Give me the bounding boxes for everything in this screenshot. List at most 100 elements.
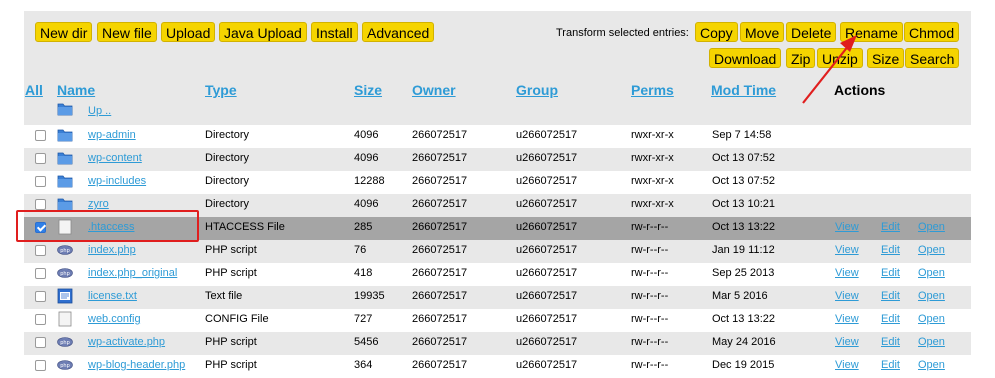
table-row[interactable]: wp-includes Directory 12288 266072517 u26607… bbox=[24, 171, 971, 194]
table-row[interactable]: php wp-blog-header.php PHP script 364 266072… bbox=[24, 355, 971, 378]
row-checkbox[interactable] bbox=[35, 337, 46, 348]
size-button[interactable]: Size bbox=[867, 48, 905, 68]
file-name-link[interactable]: wp-blog-header.php bbox=[88, 359, 185, 371]
perms-cell: rwxr-xr-x bbox=[631, 198, 674, 210]
sort-owner-header[interactable]: Owner bbox=[412, 82, 456, 98]
table-row[interactable]: wp-content Directory 4096 266072517 u2660725… bbox=[24, 148, 971, 171]
row-checkbox[interactable] bbox=[35, 245, 46, 256]
table-row[interactable]: php index.php_original PHP script 418 266072… bbox=[24, 263, 971, 286]
open-link[interactable]: Open bbox=[918, 290, 945, 302]
folder-icon bbox=[57, 152, 73, 165]
file-name-link[interactable]: index.php bbox=[88, 244, 136, 256]
edit-link[interactable]: Edit bbox=[881, 290, 900, 302]
open-link[interactable]: Open bbox=[918, 244, 945, 256]
copy-button[interactable]: Copy bbox=[695, 22, 738, 42]
svg-text:php: php bbox=[60, 340, 70, 346]
advanced-button[interactable]: Advanced bbox=[362, 22, 435, 42]
edit-link[interactable]: Edit bbox=[881, 244, 900, 256]
file-name-link[interactable]: index.php_original bbox=[88, 267, 177, 279]
size-cell: 4096 bbox=[354, 198, 379, 210]
edit-link[interactable]: Edit bbox=[881, 359, 900, 371]
size-cell: 4096 bbox=[354, 152, 379, 164]
edit-link[interactable]: Edit bbox=[881, 221, 900, 233]
open-link[interactable]: Open bbox=[918, 359, 945, 371]
type-cell: Directory bbox=[205, 129, 250, 141]
view-link[interactable]: View bbox=[835, 244, 859, 256]
select-all-link[interactable]: All bbox=[25, 82, 43, 98]
new-dir-button[interactable]: New dir bbox=[35, 22, 93, 42]
row-checkbox[interactable] bbox=[35, 130, 46, 141]
size-cell: 364 bbox=[354, 359, 373, 371]
upload-button[interactable]: Upload bbox=[161, 22, 216, 42]
sort-size-header[interactable]: Size bbox=[354, 82, 382, 98]
sort-perms-header[interactable]: Perms bbox=[631, 82, 674, 98]
group-cell: u266072517 bbox=[516, 359, 578, 371]
new-file-button[interactable]: New file bbox=[97, 22, 157, 42]
row-checkbox[interactable] bbox=[35, 199, 46, 210]
text-file-icon bbox=[57, 288, 73, 304]
row-checkbox[interactable] bbox=[35, 176, 46, 187]
view-link[interactable]: View bbox=[835, 221, 859, 233]
edit-link[interactable]: Edit bbox=[881, 313, 900, 325]
perms-cell: rw-r--r-- bbox=[631, 244, 669, 256]
type-cell: Directory bbox=[205, 175, 250, 187]
type-cell: PHP script bbox=[205, 336, 257, 348]
move-button[interactable]: Move bbox=[740, 22, 785, 42]
file-name-link[interactable]: license.txt bbox=[88, 290, 137, 302]
view-link[interactable]: View bbox=[835, 267, 859, 279]
type-cell: Directory bbox=[205, 152, 250, 164]
sort-type-header[interactable]: Type bbox=[205, 82, 237, 98]
file-name-link[interactable]: zyro bbox=[88, 198, 109, 210]
table-row[interactable]: web.config CONFIG File 727 266072517 u266072… bbox=[24, 309, 971, 332]
file-name-link[interactable]: wp-content bbox=[88, 152, 142, 164]
owner-cell: 266072517 bbox=[412, 336, 468, 348]
perms-cell: rw-r--r-- bbox=[631, 313, 669, 325]
open-link[interactable]: Open bbox=[918, 267, 945, 279]
owner-cell: 266072517 bbox=[412, 175, 468, 187]
sort-modtime-header[interactable]: Mod Time bbox=[711, 82, 776, 98]
file-name-link[interactable]: wp-includes bbox=[88, 175, 146, 187]
sort-group-header[interactable]: Group bbox=[516, 82, 558, 98]
row-checkbox[interactable] bbox=[35, 153, 46, 164]
open-link[interactable]: Open bbox=[918, 221, 945, 233]
file-name-link[interactable]: wp-admin bbox=[88, 129, 136, 141]
open-link[interactable]: Open bbox=[918, 313, 945, 325]
owner-cell: 266072517 bbox=[412, 359, 468, 371]
modtime-cell: Oct 13 13:22 bbox=[712, 313, 775, 325]
view-link[interactable]: View bbox=[835, 290, 859, 302]
file-name-link[interactable]: web.config bbox=[88, 313, 141, 325]
up-link[interactable]: Up .. bbox=[88, 105, 111, 117]
php-icon: php bbox=[57, 245, 73, 255]
row-checkbox[interactable] bbox=[35, 360, 46, 371]
annotation-arrow-icon bbox=[802, 35, 857, 104]
row-checkbox[interactable] bbox=[35, 291, 46, 302]
table-row[interactable]: php index.php PHP script 76 266072517 u266072… bbox=[24, 240, 971, 263]
sort-name-header[interactable]: Name bbox=[57, 82, 95, 98]
owner-cell: 266072517 bbox=[412, 313, 468, 325]
java-upload-button[interactable]: Java Upload bbox=[219, 22, 307, 42]
perms-cell: rw-r--r-- bbox=[631, 267, 669, 279]
highlight-box bbox=[16, 210, 199, 242]
search-button[interactable]: Search bbox=[905, 48, 960, 68]
group-cell: u266072517 bbox=[516, 336, 578, 348]
table-row[interactable]: wp-admin Directory 4096 266072517 u266072517… bbox=[24, 125, 971, 148]
edit-link[interactable]: Edit bbox=[881, 267, 900, 279]
owner-cell: 266072517 bbox=[412, 267, 468, 279]
view-link[interactable]: View bbox=[835, 313, 859, 325]
svg-text:php: php bbox=[60, 363, 70, 369]
owner-cell: 266072517 bbox=[412, 129, 468, 141]
install-button[interactable]: Install bbox=[311, 22, 358, 42]
type-cell: PHP script bbox=[205, 359, 257, 371]
row-checkbox[interactable] bbox=[35, 268, 46, 279]
download-button[interactable]: Download bbox=[709, 48, 782, 68]
group-cell: u266072517 bbox=[516, 267, 578, 279]
table-row[interactable]: license.txt Text file 19935 266072517 u26607… bbox=[24, 286, 971, 309]
file-name-link[interactable]: wp-activate.php bbox=[88, 336, 165, 348]
table-row[interactable]: php wp-activate.php PHP script 5456 26607251… bbox=[24, 332, 971, 355]
view-link[interactable]: View bbox=[835, 336, 859, 348]
chmod-button[interactable]: Chmod bbox=[904, 22, 960, 42]
edit-link[interactable]: Edit bbox=[881, 336, 900, 348]
open-link[interactable]: Open bbox=[918, 336, 945, 348]
row-checkbox[interactable] bbox=[35, 314, 46, 325]
view-link[interactable]: View bbox=[835, 359, 859, 371]
